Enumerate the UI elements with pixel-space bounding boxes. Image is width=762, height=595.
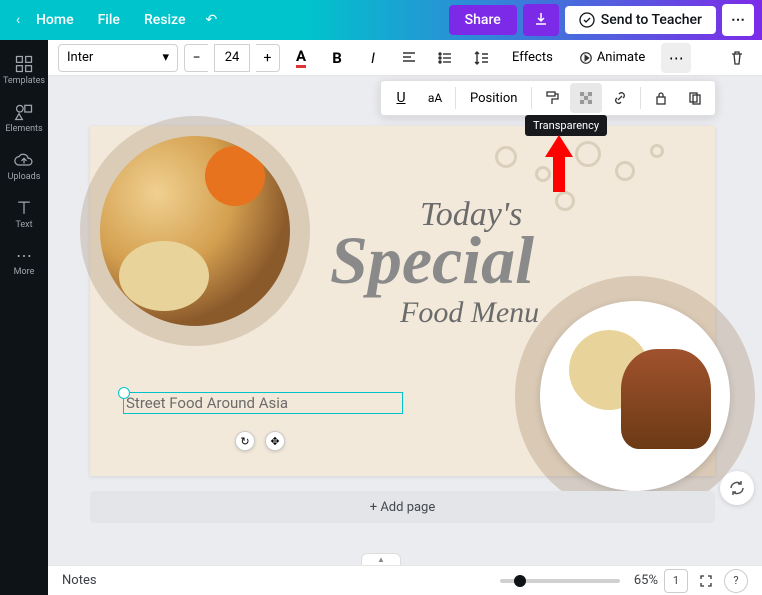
font-size-decrease[interactable]: − [184,44,208,72]
undo-button[interactable]: ↶ [205,12,217,28]
copy-button[interactable] [679,83,711,113]
link-icon [612,90,628,106]
format-painter-button[interactable] [536,83,568,113]
elements-icon [14,102,34,122]
sidebar-item-text[interactable]: Text [0,192,48,236]
link-button[interactable] [604,83,636,113]
download-icon [533,12,549,28]
font-family-select[interactable]: Inter ▾ [58,44,178,72]
sidebar-item-more[interactable]: ⋯ More [0,240,48,283]
lock-button[interactable] [645,83,677,113]
font-size-value[interactable]: 24 [214,44,250,72]
move-handle[interactable]: ✥ [265,431,285,451]
text-toolbar: Inter ▾ − 24 + A B I Effects Animate ⋯ [48,40,762,76]
download-button[interactable] [523,4,559,36]
align-left-icon [401,50,417,66]
effects-button[interactable]: Effects [502,43,563,73]
uppercase-button[interactable]: aA [419,83,451,113]
animate-icon [579,51,593,65]
animate-label: Animate [597,50,645,65]
copy-icon [687,90,703,106]
nav-file[interactable]: File [98,12,120,28]
list-icon [437,50,453,66]
nav-home[interactable]: Home [36,12,74,28]
help-button[interactable]: ? [724,569,748,593]
left-sidebar: Templates Elements Uploads Text ⋯ More [0,40,48,595]
check-circle-icon [579,12,595,28]
share-button[interactable]: Share [449,5,517,35]
text-color-button[interactable]: A [286,43,316,73]
fullscreen-button[interactable] [694,569,718,593]
sidebar-item-label: Uploads [8,172,41,182]
animate-button[interactable]: Animate [569,43,655,73]
chevron-down-icon: ▾ [162,50,169,65]
sidebar-item-templates[interactable]: Templates [0,48,48,92]
more-icon: ⋯ [16,246,32,265]
spacing-icon [473,50,489,66]
lock-icon [653,90,669,106]
page-indicator[interactable]: 1 [664,569,688,593]
send-to-teacher-button[interactable]: Send to Teacher [565,6,716,34]
paint-roller-icon [544,90,560,106]
canvas-area[interactable]: Today's Special Food Menu Street Food Ar… [48,76,762,565]
element-handles: ↻ ✥ [235,431,285,451]
footer-bar: Notes 65% 1 ? [48,565,762,595]
italic-button[interactable]: I [358,43,388,73]
trash-icon [729,50,745,66]
bold-button[interactable]: B [322,43,352,73]
sync-icon [728,479,746,497]
food-image-1[interactable] [100,136,290,326]
font-name: Inter [67,50,93,65]
uploads-icon [14,150,34,170]
sidebar-item-label: Templates [3,76,45,86]
sidebar-item-elements[interactable]: Elements [0,96,48,140]
position-button[interactable]: Position [460,91,527,106]
toolbar-more-button[interactable]: ⋯ [661,43,691,73]
zoom-value[interactable]: 65% [634,573,658,588]
delete-button[interactable] [722,43,752,73]
zoom-slider[interactable] [500,579,620,583]
text-icon [14,198,34,218]
heading-foodmenu[interactable]: Food Menu [400,296,539,330]
transparency-button[interactable] [570,83,602,113]
sync-button[interactable] [720,471,754,505]
transparency-icon [578,90,594,106]
zoom-thumb[interactable] [514,575,526,587]
list-button[interactable] [430,43,460,73]
header-nav: Home File Resize [36,12,185,28]
rotate-handle[interactable]: ↻ [235,431,255,451]
context-toolbar: U aA Position [380,80,716,116]
collapse-handle[interactable]: ▲ [361,553,401,565]
font-size-increase[interactable]: + [256,44,280,72]
align-button[interactable] [394,43,424,73]
tooltip: Transparency [525,115,607,136]
sidebar-item-label: Elements [5,124,42,134]
heading-special[interactable]: Special [330,221,534,300]
design-page[interactable]: Today's Special Food Menu Street Food Ar… [90,126,715,476]
send-label: Send to Teacher [601,12,702,28]
spacing-button[interactable] [466,43,496,73]
notes-button[interactable]: Notes [62,573,97,588]
app-header: ‹ Home File Resize ↶ Share Send to Teach… [0,0,762,40]
sidebar-item-uploads[interactable]: Uploads [0,144,48,188]
selected-text-box[interactable]: Street Food Around Asia [123,392,403,414]
nav-resize[interactable]: Resize [144,12,186,28]
templates-icon [14,54,34,74]
annotation-arrow [545,135,573,192]
fullscreen-icon [699,574,713,588]
back-button[interactable]: ‹ [8,12,28,28]
header-more-button[interactable]: ⋯ [722,4,754,36]
food-image-2[interactable] [540,301,730,491]
add-page-button[interactable]: + Add page [90,491,715,523]
underline-button[interactable]: U [385,83,417,113]
sidebar-item-label: More [14,267,35,277]
sidebar-item-label: Text [15,220,32,230]
